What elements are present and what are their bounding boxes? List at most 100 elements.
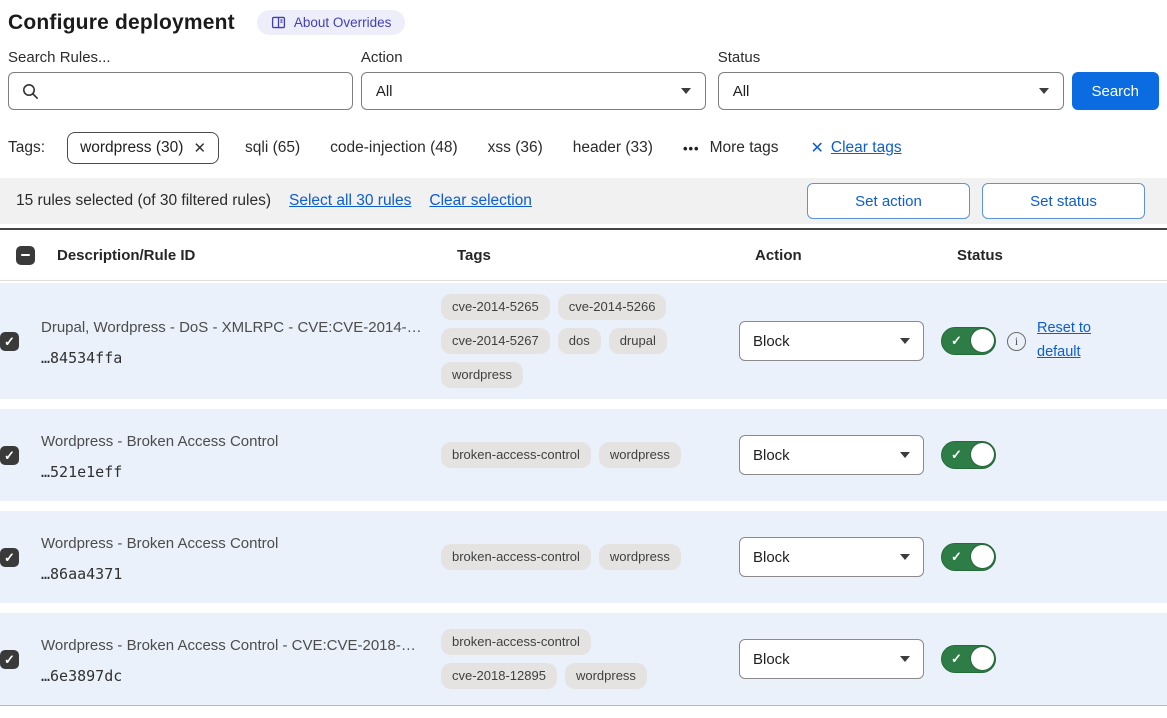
action-filter-value: All [376, 83, 393, 100]
rule-tag-pill: wordpress [599, 442, 681, 468]
check-icon: ✓ [4, 335, 15, 348]
more-tags-label: More tags [710, 139, 779, 157]
chevron-down-icon [900, 554, 910, 560]
rule-id: …84534ffa [41, 349, 441, 367]
action-select[interactable]: Block [739, 639, 924, 679]
book-icon [271, 15, 286, 30]
search-button[interactable]: Search [1072, 72, 1159, 110]
status-toggle[interactable]: ✓ [941, 441, 996, 469]
rule-tag-pill: broken-access-control [441, 629, 591, 655]
select-all-checkbox[interactable] [16, 246, 35, 265]
action-value: Block [753, 549, 790, 566]
indeterminate-icon [21, 254, 30, 257]
action-select[interactable]: Block [739, 537, 924, 577]
about-overrides-badge[interactable]: About Overrides [257, 10, 406, 35]
rule-tag-pill: broken-access-control [441, 544, 591, 570]
action-filter-field: Action All [361, 49, 706, 110]
page-header: Configure deployment About Overrides [0, 10, 1167, 35]
search-rules-field: Search Rules... [8, 49, 353, 110]
rule-id: …6e3897dc [41, 667, 441, 685]
table-header-row: Description/Rule ID Tags Action Status [0, 230, 1167, 281]
status-filter-label: Status [718, 49, 1064, 66]
chevron-down-icon [681, 88, 691, 94]
status-filter-value: All [733, 83, 750, 100]
status-filter-select[interactable]: All [718, 72, 1064, 110]
chevron-down-icon [900, 656, 910, 662]
header-description: Description/Rule ID [57, 247, 457, 264]
clear-selection-link[interactable]: Clear selection [429, 192, 532, 210]
rule-description: Wordpress - Broken Access Control - CVE:… [41, 633, 441, 659]
chevron-down-icon [1039, 88, 1049, 94]
search-input[interactable] [49, 83, 329, 100]
action-select[interactable]: Block [739, 321, 924, 361]
check-icon: ✓ [951, 549, 962, 565]
rule-tags-cell: broken-access-controlwordpress [441, 442, 706, 468]
set-action-button[interactable]: Set action [807, 183, 970, 219]
rule-action-cell: Block [739, 537, 941, 577]
close-icon: ✕ [811, 138, 824, 158]
status-toggle[interactable]: ✓ [941, 543, 996, 571]
tags-bar: Tags: wordpress (30) ✕ sqli (65) code-inj… [0, 132, 1167, 164]
tag-filter-item[interactable]: sqli (65) [245, 139, 300, 156]
action-filter-select[interactable]: All [361, 72, 706, 110]
select-all-link[interactable]: Select all 30 rules [289, 192, 411, 210]
rule-description: Wordpress - Broken Access Control [41, 531, 441, 557]
action-value: Block [753, 333, 790, 350]
row-checkbox[interactable]: ✓ [0, 332, 19, 351]
rule-tag-pill: cve-2014-5265 [441, 294, 550, 320]
row-checkbox[interactable]: ✓ [0, 446, 19, 465]
search-rules-label: Search Rules... [8, 49, 353, 66]
tag-filter-item[interactable]: xss (36) [488, 139, 543, 156]
check-icon: ✓ [951, 447, 962, 463]
selection-bar: 15 rules selected (of 30 filtered rules)… [0, 178, 1167, 224]
tag-filter-item[interactable]: code-injection (48) [330, 139, 458, 156]
rule-status-cell: ✓ [941, 441, 1167, 469]
table-row: ✓ Drupal, Wordpress - DoS - XMLRPC - CVE… [0, 283, 1167, 399]
rule-tag-pill: cve-2014-5267 [441, 328, 550, 354]
rule-tag-pill: cve-2018-12895 [441, 663, 557, 689]
action-select[interactable]: Block [739, 435, 924, 475]
reset-to-default-link[interactable]: Reset to default [1037, 317, 1103, 365]
clear-tags-label: Clear tags [831, 139, 902, 157]
remove-tag-icon[interactable]: ✕ [193, 139, 206, 157]
table-body: ✓ Drupal, Wordpress - DoS - XMLRPC - CVE… [0, 283, 1167, 705]
rule-id: …521e1eff [41, 463, 441, 481]
rule-tag-pill: drupal [609, 328, 667, 354]
table-row: ✓ Wordpress - Broken Access Control …86a… [0, 511, 1167, 603]
rule-id: …86aa4371 [41, 565, 441, 583]
clear-tags-link[interactable]: ✕ Clear tags [811, 138, 902, 158]
status-toggle[interactable]: ✓ [941, 327, 996, 355]
header-tags: Tags [457, 247, 755, 264]
tag-filter-item[interactable]: header (33) [573, 139, 653, 156]
rule-tag-pill: wordpress [565, 663, 647, 689]
rule-description-cell: Wordpress - Broken Access Control …521e1… [41, 429, 441, 481]
rules-table: Description/Rule ID Tags Action Status ✓… [0, 228, 1167, 711]
row-checkbox[interactable]: ✓ [0, 548, 19, 567]
action-value: Block [753, 651, 790, 668]
rule-tag-pill: cve-2014-5266 [558, 294, 667, 320]
table-row: ✓ Wordpress - Broken Access Control - CV… [0, 613, 1167, 705]
status-toggle[interactable]: ✓ [941, 645, 996, 673]
chevron-down-icon [900, 452, 910, 458]
rule-description: Drupal, Wordpress - DoS - XMLRPC - CVE:C… [41, 315, 441, 341]
selected-tag-wordpress[interactable]: wordpress (30) ✕ [67, 132, 219, 164]
header-action: Action [755, 247, 957, 264]
rule-tags-cell: broken-access-controlwordpress [441, 544, 706, 570]
info-icon[interactable]: i [1007, 332, 1026, 351]
rule-status-cell: ✓ i Reset to default [941, 317, 1167, 365]
more-tags-button[interactable]: ••• More tags [683, 139, 779, 157]
check-icon: ✓ [4, 551, 15, 564]
toggle-knob [971, 647, 994, 670]
selection-summary: 15 rules selected (of 30 filtered rules) [16, 192, 271, 210]
check-icon: ✓ [951, 651, 962, 667]
rule-tag-pill: wordpress [441, 362, 523, 388]
set-status-button[interactable]: Set status [982, 183, 1145, 219]
ellipsis-icon: ••• [683, 141, 700, 156]
table-bottom-divider [0, 705, 1167, 711]
row-checkbox[interactable]: ✓ [0, 650, 19, 669]
rule-description-cell: Wordpress - Broken Access Control - CVE:… [41, 633, 441, 685]
tags-label: Tags: [8, 139, 45, 157]
toggle-knob [971, 443, 994, 466]
check-icon: ✓ [4, 653, 15, 666]
rule-description-cell: Drupal, Wordpress - DoS - XMLRPC - CVE:C… [41, 315, 441, 367]
